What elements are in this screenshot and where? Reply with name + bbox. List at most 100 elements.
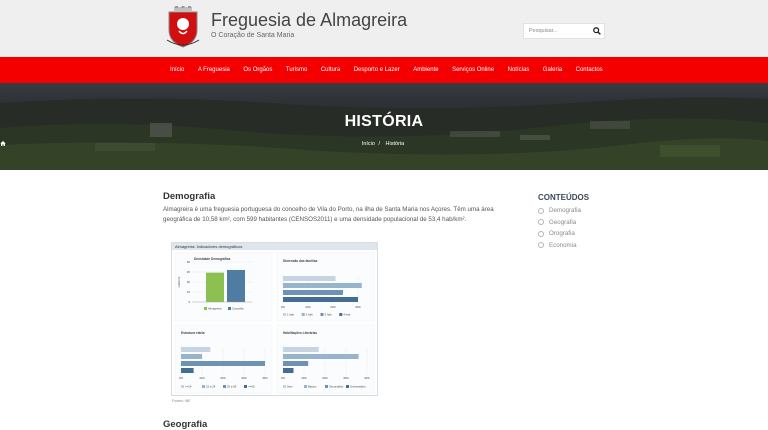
toc-bullet-icon bbox=[538, 207, 544, 214]
x-tick-label: 30% bbox=[355, 305, 361, 309]
breadcrumb-current: História bbox=[385, 141, 405, 147]
demographics-charts: Densidade Demográfica015304560hab/km2Alm… bbox=[174, 252, 375, 394]
bar bbox=[283, 354, 359, 359]
nav-item-servicos-online[interactable]: Serviços Online bbox=[452, 67, 494, 73]
legend-label: >=14 bbox=[185, 385, 192, 389]
toc-label: Economia bbox=[549, 241, 577, 249]
legend-swatch bbox=[223, 385, 226, 388]
legend-swatch bbox=[301, 313, 305, 316]
toc-item-orografia[interactable]: Orografia bbox=[538, 228, 581, 240]
legend-label: 3 hab bbox=[325, 313, 332, 317]
legend-label: 25 a 65 bbox=[227, 385, 237, 389]
sidebar-toc: Demografia Geografia Orografia Economia bbox=[538, 205, 581, 251]
x-tick-label: 30% bbox=[343, 376, 349, 380]
figure-title: Almagreira: Indicadores demográficos bbox=[172, 243, 377, 250]
toc-item-demografia[interactable]: Demografia bbox=[538, 205, 581, 217]
site-subtitle: O Coração de Santa Maria bbox=[211, 32, 295, 39]
search-box bbox=[523, 23, 605, 39]
x-tick-label: 10% bbox=[305, 305, 311, 309]
bar bbox=[283, 297, 358, 302]
toc-bullet-icon bbox=[538, 219, 544, 226]
legend-label: 1 hab bbox=[287, 313, 294, 317]
bar bbox=[181, 354, 202, 359]
site-title[interactable]: Freguesia de Almagreira bbox=[211, 10, 407, 31]
legend-label: 15 a 24 bbox=[206, 385, 216, 389]
nav-item-os-orgaos[interactable]: Os Orgãos bbox=[243, 67, 272, 73]
top-header: Freguesia de Almagreira O Coração de San… bbox=[0, 0, 768, 57]
toc-label: Orografia bbox=[549, 230, 575, 238]
x-tick-label: 0% bbox=[179, 376, 184, 380]
legend-swatch bbox=[325, 385, 328, 388]
legend-label: Almagreira bbox=[208, 307, 222, 311]
x-tick-label: 40% bbox=[364, 376, 370, 380]
search-input[interactable] bbox=[524, 24, 590, 38]
section-paragraph: Almagreira é uma freguesia portuguesa do… bbox=[163, 206, 494, 223]
legend-label: Sem bbox=[287, 385, 293, 389]
breadcrumb-home-link[interactable]: Início bbox=[362, 141, 375, 147]
bar bbox=[206, 272, 224, 302]
legend-label: 4 hab bbox=[343, 313, 350, 317]
legend-label: Secundário bbox=[329, 385, 344, 389]
toc-item-economia[interactable]: Economia bbox=[538, 240, 581, 252]
legend-swatch bbox=[244, 385, 247, 388]
toc-item-geografia[interactable]: Geografia bbox=[538, 217, 581, 229]
nav-item-ambiente[interactable]: Ambiente bbox=[413, 67, 438, 73]
nav-item-a-freguesia[interactable]: A Freguesia bbox=[198, 67, 230, 73]
legend-swatch bbox=[181, 385, 184, 388]
legend-swatch bbox=[283, 385, 286, 388]
bar bbox=[283, 368, 294, 373]
x-tick-label: 40% bbox=[262, 376, 268, 380]
bar bbox=[181, 368, 194, 373]
legend-label: >=65 bbox=[248, 385, 255, 389]
x-tick-label: 20% bbox=[330, 305, 336, 309]
nav-item-contactos[interactable]: Contactos bbox=[576, 67, 603, 73]
y-tick-label: 60 bbox=[187, 260, 191, 264]
figure-source: Fontes: INE bbox=[172, 399, 191, 403]
sidebar-title: CONTEÚDOS bbox=[538, 193, 590, 202]
bar bbox=[181, 361, 265, 366]
legend-swatch bbox=[283, 313, 286, 316]
coat-of-arms-icon[interactable] bbox=[165, 6, 201, 49]
hero-banner: HISTÓRIA Início / História bbox=[0, 83, 768, 170]
legend-swatch bbox=[339, 313, 343, 316]
chart-title: Estrutura etária bbox=[181, 331, 205, 335]
legend-label: Básico bbox=[308, 385, 317, 389]
breadcrumb: Início / História bbox=[0, 141, 768, 147]
bar bbox=[283, 361, 309, 366]
page-title: HISTÓRIA bbox=[344, 113, 424, 130]
chart-title: Densidade Demográfica bbox=[194, 257, 231, 261]
nav-item-cultura[interactable]: Cultura bbox=[321, 67, 340, 73]
search-button[interactable] bbox=[590, 24, 604, 38]
next-section-title: Geografia bbox=[163, 419, 208, 430]
home-icon bbox=[0, 141, 6, 146]
legend-swatch bbox=[304, 385, 307, 388]
x-tick-label: 0% bbox=[281, 376, 286, 380]
y-tick-label: 45 bbox=[187, 270, 191, 274]
breadcrumb-separator: / bbox=[378, 141, 381, 147]
bar bbox=[283, 290, 343, 295]
x-tick-label: 0% bbox=[281, 305, 286, 309]
chart-title: Habilitações Literárias bbox=[283, 331, 317, 335]
x-tick-label: 10% bbox=[199, 376, 205, 380]
nav-item-galeria[interactable]: Galeria bbox=[543, 67, 562, 73]
nav-item-inicio[interactable]: Início bbox=[170, 67, 184, 73]
nav-item-desporto-e-lazer[interactable]: Desporto e Lazer bbox=[354, 67, 400, 73]
nav-menu: Início A Freguesia Os Orgãos Turismo Cul… bbox=[170, 57, 616, 83]
x-tick-label: 10% bbox=[301, 376, 307, 380]
demographics-figure: Almagreira: Indicadores demográficos Den… bbox=[171, 242, 378, 396]
toc-bullet-icon bbox=[538, 230, 544, 237]
legend-label: Universitário bbox=[350, 385, 366, 389]
y-tick-label: 30 bbox=[187, 280, 191, 284]
legend-label: 2 hab bbox=[306, 313, 313, 317]
legend-swatch bbox=[202, 385, 205, 388]
y-axis-label: hab/km2 bbox=[177, 276, 181, 287]
search-icon bbox=[593, 27, 601, 35]
x-tick-label: 20% bbox=[322, 376, 328, 380]
nav-item-turismo[interactable]: Turismo bbox=[286, 67, 307, 73]
toc-label: Demografia bbox=[549, 207, 581, 215]
main-navbar: Início A Freguesia Os Orgãos Turismo Cul… bbox=[0, 57, 768, 83]
x-tick-label: 30% bbox=[241, 376, 247, 380]
nav-item-noticias[interactable]: Notícias bbox=[508, 67, 530, 73]
chart-title: Dimensão das famílias bbox=[283, 259, 318, 263]
bar bbox=[181, 347, 211, 352]
